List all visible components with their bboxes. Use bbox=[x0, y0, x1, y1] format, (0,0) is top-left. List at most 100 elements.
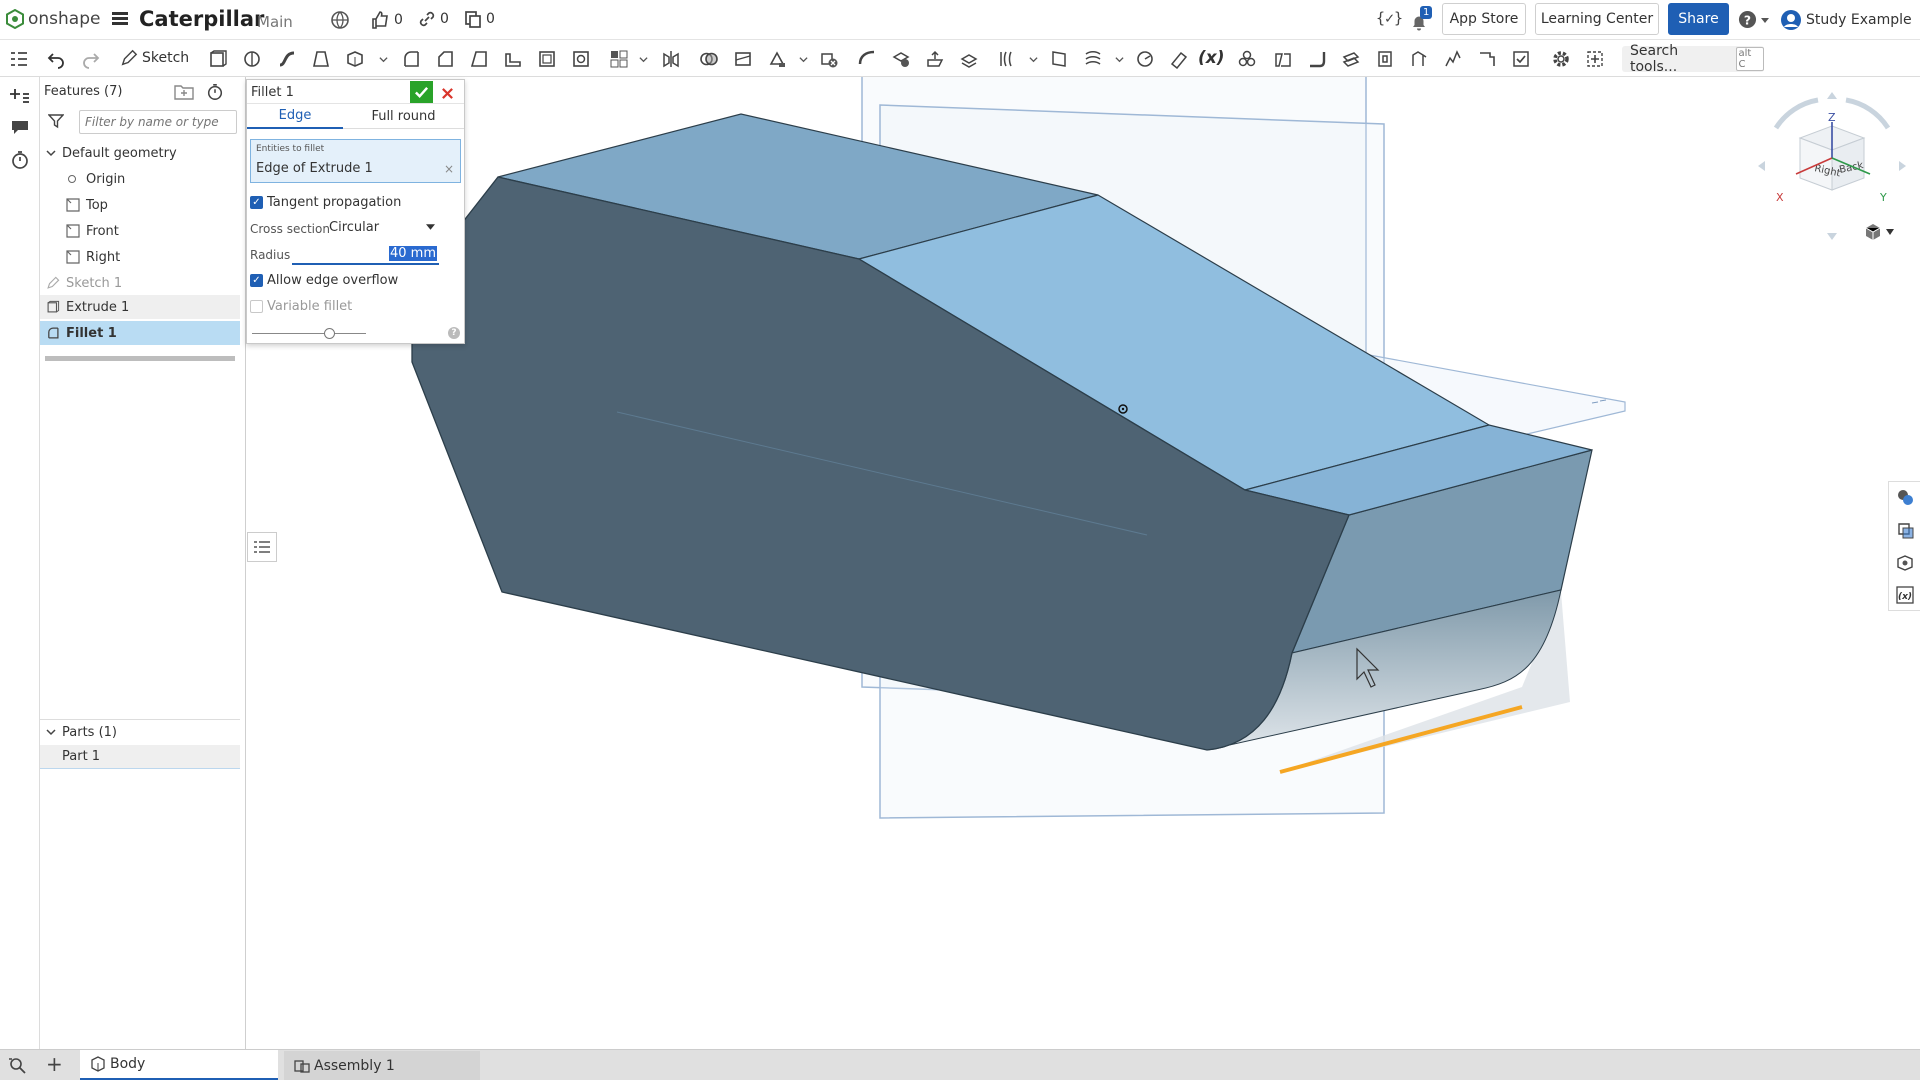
chamfer-icon[interactable] bbox=[434, 48, 456, 70]
variable-fillet-checkbox[interactable]: Variable fillet bbox=[250, 299, 352, 314]
revolve-icon[interactable] bbox=[241, 48, 263, 70]
tree-item-right[interactable]: Right bbox=[40, 245, 240, 269]
comment-icon[interactable] bbox=[10, 117, 30, 141]
mate-connector-icon[interactable] bbox=[1134, 48, 1156, 70]
view-down-arrow[interactable] bbox=[1827, 233, 1837, 240]
app-store-button[interactable]: App Store bbox=[1442, 3, 1526, 35]
measure-icon[interactable] bbox=[1168, 48, 1190, 70]
rollback-timer-icon[interactable] bbox=[206, 83, 224, 105]
stopwatch-icon[interactable] bbox=[10, 150, 30, 174]
tab-body[interactable]: Body bbox=[80, 1050, 278, 1080]
onshape-logo[interactable]: onshape bbox=[6, 9, 100, 29]
fillet-icon[interactable] bbox=[400, 48, 422, 70]
feature-list-toggle[interactable] bbox=[247, 532, 277, 562]
rotate-arc-right[interactable] bbox=[1845, 97, 1891, 130]
links-button[interactable]: 0 bbox=[418, 10, 449, 28]
appearance-icon[interactable] bbox=[1896, 488, 1914, 510]
flange-icon[interactable] bbox=[1306, 48, 1328, 70]
feature-list-icon[interactable] bbox=[8, 48, 30, 70]
tree-item-default-geometry[interactable]: Default geometry bbox=[40, 141, 240, 165]
add-custom-feature-icon[interactable] bbox=[1584, 48, 1606, 70]
feature-filter-input[interactable] bbox=[79, 110, 237, 134]
tree-item-part1[interactable]: Part 1 bbox=[40, 745, 240, 769]
user-menu[interactable]: Study Example bbox=[1780, 9, 1912, 31]
draft-icon[interactable] bbox=[468, 48, 490, 70]
plane-icon[interactable] bbox=[1048, 48, 1070, 70]
split-icon[interactable] bbox=[732, 48, 754, 70]
menu-icon[interactable] bbox=[112, 10, 128, 28]
tab-assembly1[interactable]: Assembly 1 bbox=[284, 1051, 480, 1080]
help-icon[interactable]: ? bbox=[448, 327, 460, 339]
chevron-down-icon[interactable] bbox=[1022, 48, 1044, 70]
loft-icon[interactable] bbox=[310, 48, 332, 70]
chevron-down-icon[interactable] bbox=[372, 48, 394, 70]
view-up-arrow[interactable] bbox=[1827, 92, 1837, 99]
filter-icon[interactable] bbox=[47, 113, 65, 133]
mass-properties-icon[interactable] bbox=[1896, 554, 1914, 576]
tree-item-sketch1[interactable]: Sketch 1 bbox=[40, 271, 240, 295]
custom-features-icon[interactable]: {✓} bbox=[1376, 9, 1403, 27]
settings-gear-icon[interactable] bbox=[1550, 48, 1572, 70]
bend-icon[interactable] bbox=[1408, 48, 1430, 70]
sketch-button[interactable]: Sketch bbox=[120, 49, 189, 67]
notifications-button[interactable]: 1 bbox=[1409, 6, 1433, 32]
move-face-icon[interactable] bbox=[924, 48, 946, 70]
document-title[interactable]: Caterpillar bbox=[139, 7, 264, 31]
chevron-down-icon[interactable] bbox=[1108, 48, 1130, 70]
tab-edge[interactable]: Edge bbox=[247, 104, 343, 129]
modify-fillet-icon[interactable] bbox=[856, 48, 878, 70]
rotate-arc-left[interactable] bbox=[1773, 97, 1819, 130]
insert-icon[interactable] bbox=[10, 86, 30, 110]
detail-slider-handle[interactable] bbox=[324, 328, 335, 339]
offset-surface-icon[interactable] bbox=[996, 48, 1018, 70]
configurations-icon[interactable] bbox=[1236, 48, 1258, 70]
view-mode-dropdown[interactable] bbox=[1864, 223, 1894, 241]
rollback-bar[interactable] bbox=[45, 356, 235, 361]
confirm-button[interactable] bbox=[410, 81, 433, 103]
hole-icon[interactable] bbox=[570, 48, 592, 70]
thicken-icon[interactable] bbox=[344, 48, 366, 70]
add-tab-button[interactable]: + bbox=[46, 1054, 63, 1074]
redo-icon[interactable] bbox=[80, 48, 102, 70]
cross-section-select[interactable]: Circular bbox=[329, 217, 435, 237]
tree-item-fillet1[interactable]: Fillet 1 bbox=[40, 321, 240, 345]
variable-icon[interactable]: (x) bbox=[1198, 48, 1225, 68]
bom-icon[interactable] bbox=[1896, 521, 1914, 543]
corner-icon[interactable] bbox=[1476, 48, 1498, 70]
cancel-button[interactable] bbox=[438, 84, 456, 102]
copies-button[interactable]: 0 bbox=[464, 10, 495, 28]
help-button[interactable]: ? bbox=[1738, 10, 1769, 29]
delete-part-icon[interactable] bbox=[818, 48, 840, 70]
chevron-down-icon[interactable] bbox=[632, 48, 654, 70]
undo-icon[interactable] bbox=[45, 48, 67, 70]
rib-icon[interactable] bbox=[502, 48, 524, 70]
remove-entity-icon[interactable]: × bbox=[444, 162, 454, 176]
mirror-icon[interactable] bbox=[660, 48, 682, 70]
add-folder-icon[interactable] bbox=[174, 83, 194, 105]
globe-icon[interactable] bbox=[330, 10, 350, 34]
tree-item-extrude1[interactable]: Extrude 1 bbox=[40, 295, 240, 319]
extrude-icon[interactable] bbox=[207, 48, 229, 70]
view-left-arrow[interactable] bbox=[1758, 161, 1765, 171]
view-right-arrow[interactable] bbox=[1899, 161, 1906, 171]
graphics-viewport[interactable] bbox=[247, 72, 1920, 1049]
tree-item-origin[interactable]: Origin bbox=[40, 167, 240, 191]
replace-face-icon[interactable] bbox=[958, 48, 980, 70]
tab-icon[interactable] bbox=[1374, 48, 1396, 70]
learning-center-button[interactable]: Learning Center bbox=[1535, 3, 1659, 35]
helix-icon[interactable] bbox=[1082, 48, 1104, 70]
pattern-icon[interactable] bbox=[608, 48, 630, 70]
detail-slider-track[interactable] bbox=[252, 333, 366, 334]
tab-full-round[interactable]: Full round bbox=[343, 104, 464, 129]
hem-icon[interactable] bbox=[1340, 48, 1362, 70]
tree-item-front[interactable]: Front bbox=[40, 219, 240, 243]
entities-to-fillet-field[interactable]: Entities to fillet Edge of Extrude 1 × bbox=[250, 139, 461, 183]
sweep-icon[interactable] bbox=[276, 48, 298, 70]
rip-icon[interactable] bbox=[1442, 48, 1464, 70]
sheet-metal-icon[interactable] bbox=[1272, 48, 1294, 70]
radius-input[interactable]: 40 mm bbox=[292, 245, 439, 265]
search-tools-input[interactable]: Search tools... alt C bbox=[1622, 43, 1764, 75]
tree-item-parts[interactable]: Parts (1) bbox=[40, 720, 240, 744]
workspace-name[interactable]: Main bbox=[257, 13, 293, 31]
chevron-down-icon[interactable] bbox=[792, 48, 814, 70]
